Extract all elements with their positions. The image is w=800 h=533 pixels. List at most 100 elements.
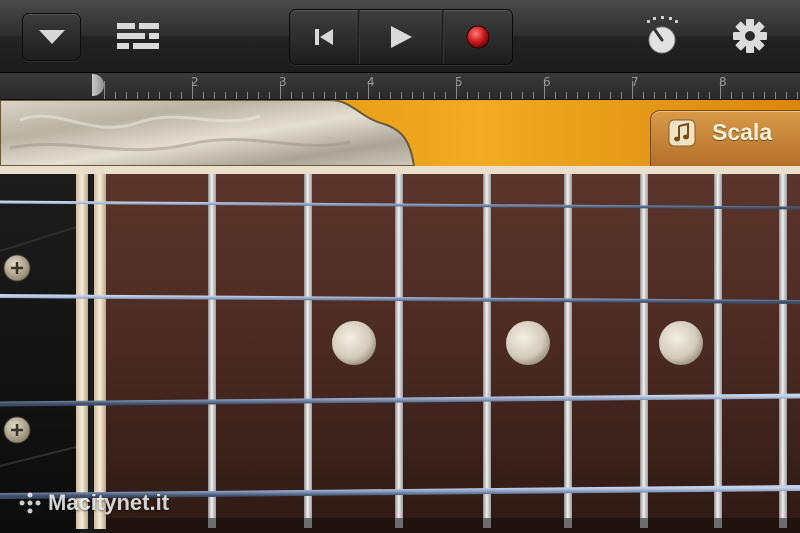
ruler-tick — [731, 92, 732, 99]
playhead-handle[interactable] — [92, 74, 104, 96]
ruler-tick — [577, 92, 578, 99]
ruler-mark: 4 — [367, 75, 375, 89]
ruler-tick — [258, 92, 259, 99]
ruler-tick — [104, 81, 105, 99]
ruler-tick — [313, 92, 314, 99]
watermark: Macitynet.it — [18, 490, 169, 516]
ruler-tick — [500, 92, 501, 99]
ruler-tick — [676, 92, 677, 99]
ruler-tick — [203, 92, 204, 99]
fret — [395, 174, 403, 524]
ruler-tick — [302, 92, 303, 99]
fret — [304, 174, 312, 524]
ruler-tick — [214, 92, 215, 99]
ruler-tick — [346, 92, 347, 99]
ruler-tick — [225, 92, 226, 99]
ruler-tick — [126, 92, 127, 99]
inlay-marker — [506, 321, 550, 365]
ruler-mark: 5 — [455, 75, 463, 89]
fret — [208, 174, 216, 524]
timeline-ruler[interactable]: 2 3 4 5 6 7 8 — [0, 73, 800, 100]
inlay-marker — [659, 321, 703, 365]
ruler-mark: 6 — [543, 75, 551, 89]
nut — [76, 174, 88, 529]
ruler-tick — [423, 92, 424, 99]
ruler-tick — [291, 92, 292, 99]
dropdown-button[interactable] — [22, 13, 81, 61]
record-icon — [466, 25, 490, 49]
ruler-tick — [236, 92, 237, 99]
ruler-tick — [687, 92, 688, 99]
ruler-tick — [379, 92, 380, 99]
ruler-tick — [742, 92, 743, 99]
ruler-tick — [665, 92, 666, 99]
metronome-knob-button[interactable] — [640, 13, 684, 59]
ruler-tick — [797, 92, 798, 99]
fret — [779, 174, 787, 524]
rewind-icon — [315, 29, 333, 45]
record-button[interactable] — [444, 10, 512, 64]
fretboard[interactable] — [0, 166, 800, 533]
watermark-text: Macitynet.it — [48, 490, 170, 515]
ruler-mark: 2 — [191, 75, 199, 89]
chevron-down-icon — [38, 30, 65, 44]
ruler-tick — [588, 92, 589, 99]
gear-icon — [733, 19, 767, 53]
ruler-tick — [137, 92, 138, 99]
ruler-tick — [566, 92, 567, 99]
ruler-tick — [181, 92, 182, 99]
ruler-tick — [643, 92, 644, 99]
ruler-mark: 8 — [719, 75, 727, 89]
ruler-tick — [445, 92, 446, 99]
ruler-tick — [511, 92, 512, 99]
play-icon — [391, 26, 412, 48]
ruler-tick — [390, 92, 391, 99]
tuning-screw — [3, 254, 31, 282]
rewind-button[interactable] — [290, 10, 358, 64]
play-button[interactable] — [360, 10, 442, 64]
ruler-tick — [654, 92, 655, 99]
headstock — [0, 174, 80, 533]
ruler-tick — [533, 92, 534, 99]
ruler-tick — [247, 92, 248, 99]
ruler-tick — [115, 92, 116, 99]
ruler-tick — [357, 92, 358, 99]
ruler-tick — [709, 92, 710, 99]
ruler-tick — [412, 92, 413, 99]
settings-button[interactable] — [728, 13, 772, 59]
ruler-tick — [170, 92, 171, 99]
ruler-tick — [478, 92, 479, 99]
ruler-tick — [610, 92, 611, 99]
ruler-tick — [148, 92, 149, 99]
ruler-tick — [698, 92, 699, 99]
fret — [714, 174, 722, 524]
ruler-tick — [434, 92, 435, 99]
ruler-tick — [786, 92, 787, 99]
watermark-logo-icon — [19, 492, 41, 514]
ruler-tick — [324, 92, 325, 99]
ruler-tick — [764, 92, 765, 99]
ruler-tick — [401, 92, 402, 99]
ruler-tick — [775, 92, 776, 99]
ruler-tick — [522, 92, 523, 99]
music-note-icon — [668, 119, 696, 147]
transport-controls — [289, 9, 513, 65]
ruler-tick — [599, 92, 600, 99]
fret — [564, 174, 572, 524]
ruler-tick — [489, 92, 490, 99]
ruler-tick — [159, 92, 160, 99]
ruler-mark: 7 — [631, 75, 639, 89]
tracks-view-button[interactable] — [112, 13, 164, 59]
tuning-screw — [3, 416, 31, 444]
ruler-tick — [467, 92, 468, 99]
tracks-view-icon — [117, 23, 159, 49]
ruler-mark: 3 — [279, 75, 287, 89]
ruler-tick — [269, 92, 270, 99]
fret — [640, 174, 648, 524]
ruler-tick — [621, 92, 622, 99]
inlay-marker — [332, 321, 376, 365]
ruler-tick — [753, 92, 754, 99]
scale-tab-label: Scala — [712, 119, 773, 145]
metronome-knob-icon — [647, 16, 678, 54]
fret — [483, 174, 491, 524]
